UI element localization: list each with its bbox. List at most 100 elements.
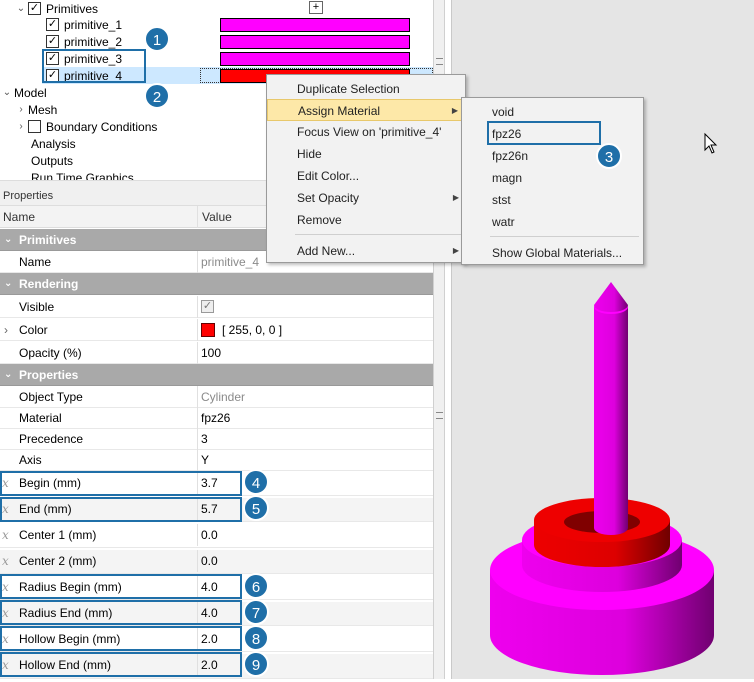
tree-item-runtime-graphics[interactable]: Run Time Graphics bbox=[31, 169, 134, 181]
name-column-header[interactable]: Name bbox=[0, 206, 35, 228]
row-divider bbox=[197, 428, 198, 450]
scroll-grip-icon[interactable] bbox=[436, 58, 443, 65]
property-value[interactable]: 0.0 bbox=[201, 524, 218, 546]
primitive-2-checkbox[interactable]: ✓ bbox=[46, 35, 59, 48]
chevron-down-icon[interactable]: ⌄ bbox=[4, 229, 12, 251]
material-item-stst[interactable]: stst bbox=[462, 189, 643, 211]
tree-item-primitive-2[interactable]: ✓ primitive_2 bbox=[46, 33, 122, 50]
property-label: Center 2 (mm) bbox=[19, 554, 97, 568]
menu-item-remove[interactable]: Remove bbox=[267, 209, 465, 231]
property-value[interactable]: 100 bbox=[201, 342, 221, 364]
column-divider[interactable] bbox=[197, 206, 198, 228]
property-row-precedence[interactable]: Precedence 3 bbox=[0, 428, 433, 450]
primitive-1-color-bar[interactable] bbox=[220, 18, 410, 32]
property-row-axis[interactable]: Axis Y bbox=[0, 449, 433, 471]
step-badge-1: 1 bbox=[144, 26, 170, 52]
property-value[interactable]: fpz26 bbox=[201, 407, 230, 429]
category-properties[interactable]: ⌄ Properties bbox=[0, 364, 433, 386]
primitive-3-color-bar[interactable] bbox=[220, 52, 410, 66]
menu-item-edit-color[interactable]: Edit Color... bbox=[267, 165, 465, 187]
value-column-header[interactable]: Value bbox=[199, 206, 232, 228]
property-row-opacity[interactable]: Opacity (%) 100 bbox=[0, 342, 433, 364]
property-row-center1[interactable]: x Center 1 (mm) 0.0 bbox=[0, 524, 433, 548]
material-item-magn[interactable]: magn bbox=[462, 167, 643, 189]
property-value[interactable]: 3 bbox=[201, 428, 208, 450]
property-row-material[interactable]: Material fpz26 bbox=[0, 407, 433, 429]
row-divider bbox=[197, 550, 198, 572]
row-divider bbox=[197, 449, 198, 471]
property-label: Name bbox=[19, 255, 52, 269]
property-value[interactable]: [ 255, 0, 0 ] bbox=[222, 319, 282, 341]
visible-checkbox[interactable]: ✓ bbox=[201, 300, 214, 313]
primitive-2-color-bar[interactable] bbox=[220, 35, 410, 49]
row-divider bbox=[197, 524, 198, 546]
property-row-object-type[interactable]: Object Type Cylinder bbox=[0, 386, 433, 408]
primitives-checkbox[interactable]: ✓ bbox=[28, 2, 41, 15]
tree-item-model[interactable]: ⌄ Model bbox=[0, 84, 47, 101]
row-divider bbox=[197, 342, 198, 364]
primitive-1-checkbox[interactable]: ✓ bbox=[46, 18, 59, 31]
chevron-right-icon[interactable]: › bbox=[14, 104, 28, 115]
chevron-down-icon[interactable]: ⌄ bbox=[0, 87, 14, 98]
chevron-right-icon[interactable]: › bbox=[4, 319, 8, 341]
menu-item-set-opacity[interactable]: Set Opacity ▶ bbox=[267, 187, 465, 209]
menu-item-label: Assign Material bbox=[298, 104, 381, 118]
category-label: Rendering bbox=[19, 277, 79, 291]
menu-item-assign-material[interactable]: Assign Material ▶ bbox=[267, 99, 465, 121]
property-label: Opacity (%) bbox=[19, 346, 82, 360]
category-rendering[interactable]: ⌄ Rendering bbox=[0, 273, 433, 295]
highlight-box-radius-begin bbox=[0, 574, 242, 599]
row-divider bbox=[197, 251, 198, 273]
chevron-down-icon[interactable]: ⌄ bbox=[4, 364, 12, 386]
category-label: Primitives bbox=[19, 233, 77, 247]
row-divider bbox=[197, 319, 198, 341]
add-primitive-button[interactable]: + bbox=[309, 1, 323, 14]
highlight-box-hollow-end bbox=[0, 652, 242, 677]
material-item-void[interactable]: void bbox=[462, 101, 643, 123]
category-label: Properties bbox=[19, 368, 79, 382]
step-badge-9: 9 bbox=[243, 651, 269, 677]
property-value[interactable]: 0.0 bbox=[201, 550, 218, 572]
step-badge-7: 7 bbox=[243, 599, 269, 625]
chevron-down-icon[interactable]: ⌄ bbox=[4, 273, 12, 295]
menu-item-duplicate[interactable]: Duplicate Selection bbox=[267, 78, 465, 100]
chevron-right-icon[interactable]: › bbox=[14, 121, 28, 132]
property-value[interactable]: Cylinder bbox=[201, 386, 245, 408]
property-label: Color bbox=[19, 323, 48, 337]
property-value[interactable]: primitive_4 bbox=[201, 251, 259, 273]
menu-separator bbox=[490, 236, 639, 237]
scroll-grip-icon[interactable] bbox=[436, 412, 443, 419]
tree-item-mesh[interactable]: › Mesh bbox=[14, 101, 57, 118]
expression-icon[interactable]: x bbox=[2, 550, 9, 572]
step-badge-5: 5 bbox=[243, 495, 269, 521]
property-value[interactable]: Y bbox=[201, 449, 209, 471]
material-item-watr[interactable]: watr bbox=[462, 211, 643, 233]
tree-item-outputs[interactable]: Outputs bbox=[31, 152, 73, 169]
property-row-visible[interactable]: Visible ✓ bbox=[0, 296, 433, 318]
color-swatch[interactable] bbox=[201, 323, 215, 337]
tree-item-boundary-conditions[interactable]: › Boundary Conditions bbox=[14, 118, 157, 135]
step-badge-4: 4 bbox=[243, 469, 269, 495]
menu-item-add-new[interactable]: Add New... ▶ bbox=[267, 240, 465, 262]
property-row-color[interactable]: › Color [ 255, 0, 0 ] bbox=[0, 319, 433, 341]
expression-icon[interactable]: x bbox=[2, 524, 9, 546]
chevron-down-icon[interactable]: ⌄ bbox=[14, 3, 28, 14]
highlight-box-end bbox=[0, 497, 242, 522]
property-label: Precedence bbox=[19, 432, 84, 446]
property-label: Material bbox=[19, 411, 62, 425]
menu-item-hide[interactable]: Hide bbox=[267, 143, 465, 165]
tree-item-analysis[interactable]: Analysis bbox=[31, 135, 76, 152]
menu-item-show-global-materials[interactable]: Show Global Materials... bbox=[462, 242, 643, 264]
context-menu: Duplicate Selection Assign Material ▶ Fo… bbox=[266, 74, 466, 263]
highlight-box-fpz26 bbox=[487, 121, 601, 145]
menu-item-focus-view[interactable]: Focus View on 'primitive_4' bbox=[267, 121, 465, 143]
menu-separator bbox=[295, 234, 461, 235]
menu-item-label: Add New... bbox=[297, 244, 356, 258]
tree-item-primitives[interactable]: ⌄ ✓ Primitives bbox=[14, 0, 98, 17]
property-label: Object Type bbox=[19, 390, 83, 404]
boundary-checkbox[interactable] bbox=[28, 120, 41, 133]
rod-cone bbox=[594, 282, 628, 312]
tree-item-primitive-1[interactable]: ✓ primitive_1 bbox=[46, 16, 122, 33]
property-row-center2[interactable]: x Center 2 (mm) 0.0 bbox=[0, 550, 433, 574]
menu-item-label: Set Opacity bbox=[297, 191, 360, 205]
